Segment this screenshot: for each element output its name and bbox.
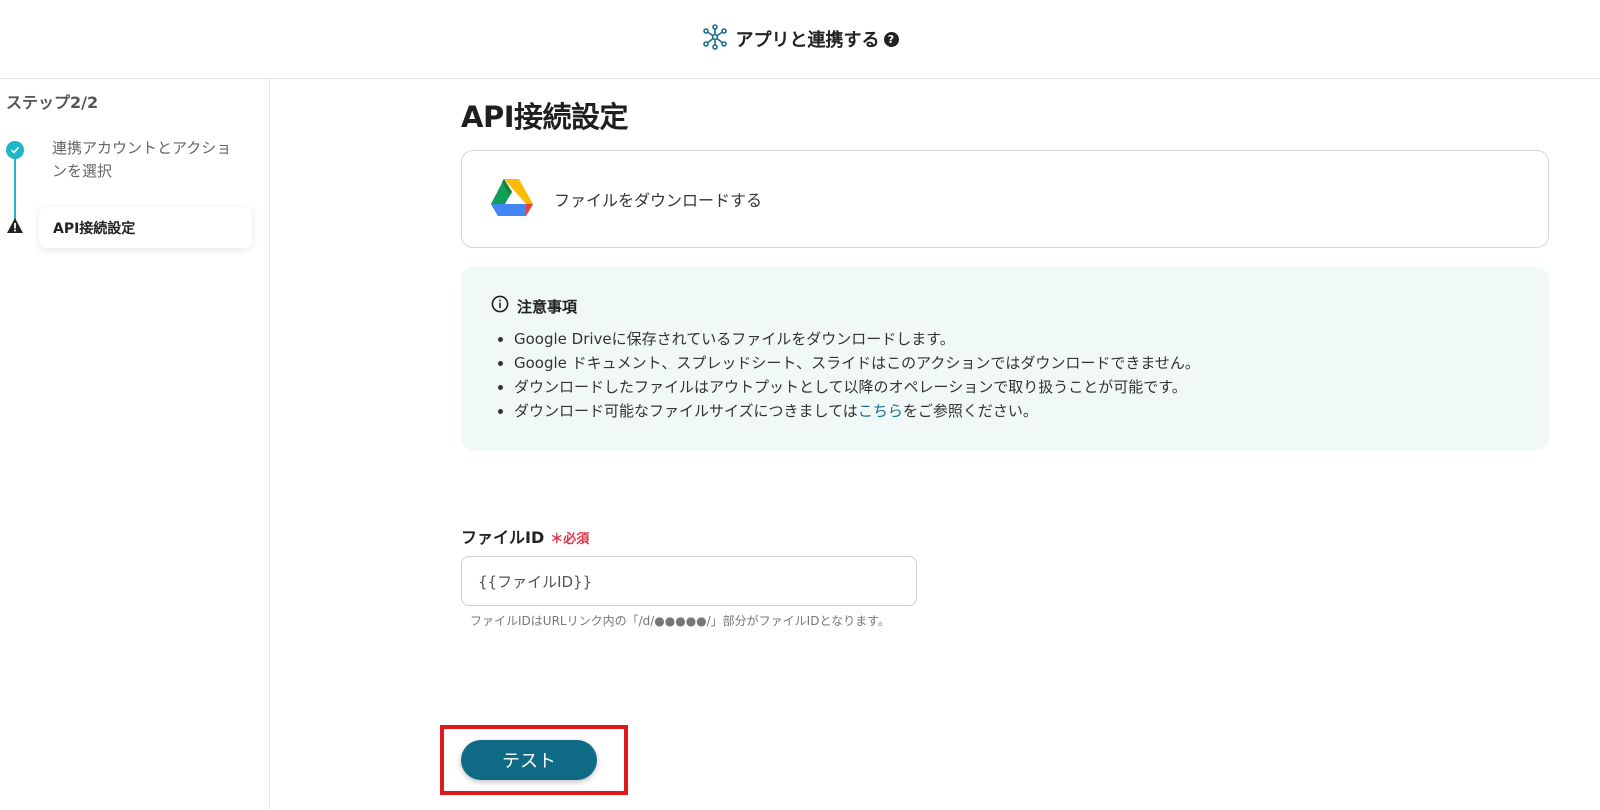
file-id-label-row: ファイルID ＊ 必須 [461, 524, 589, 548]
step-sidebar: ステップ2/2 連携アカウントとアクションを選択 API接続設定 [0, 79, 270, 810]
file-id-input[interactable]: {{ファイルID}} [461, 556, 917, 606]
app-connect-icon [702, 24, 728, 54]
required-badge: 必須 [563, 532, 590, 547]
action-card: ファイルをダウンロードする [461, 150, 1549, 248]
notice-title: 注意事項 [517, 297, 578, 316]
help-icon[interactable]: ? [883, 31, 899, 47]
notice-item-text: をご参照ください。 [902, 402, 1038, 420]
warning-icon [6, 217, 24, 234]
notice-item-text: ダウンロード可能なファイルサイズにつきましては [514, 402, 858, 420]
header-title: アプリと連携する [735, 30, 880, 51]
notice-item: Google Driveに保存されているファイルをダウンロードします。 [514, 327, 1519, 351]
notice-list: Google Driveに保存されているファイルをダウンロードします。 Goog… [491, 327, 1519, 423]
check-icon [6, 141, 24, 159]
file-size-link[interactable]: こちら [858, 402, 903, 420]
required-mark: ＊ [550, 532, 564, 547]
action-label: ファイルをダウンロードする [554, 191, 763, 210]
app-header: アプリと連携する ? [0, 0, 1600, 79]
file-id-label: ファイルID [461, 528, 545, 547]
sidebar-step-api-settings[interactable]: API接続設定 [39, 207, 252, 248]
file-id-hint: ファイルIDはURLリンク内の「/d/●●●●●/」部分がファイルIDとなります… [470, 614, 890, 628]
notice-header: 注意事項 [491, 295, 1519, 317]
test-button[interactable]: テスト [461, 740, 597, 780]
step-count: ステップ2/2 [6, 93, 99, 112]
notice-box: 注意事項 Google Driveに保存されているファイルをダウンロードします。… [461, 267, 1549, 450]
notice-item: ダウンロード可能なファイルサイズにつきましてはこちらをご参照ください。 [514, 399, 1519, 423]
header-title-group: アプリと連携する ? [702, 24, 899, 54]
google-drive-icon [490, 177, 534, 221]
sidebar-step-select-account[interactable]: 連携アカウントとアクションを選択 [52, 137, 237, 183]
notice-item: ダウンロードしたファイルはアウトプットとして以降のオペレーションで取り扱うことが… [514, 375, 1519, 399]
page-title: API接続設定 [461, 100, 629, 134]
notice-item: Google ドキュメント、スプレッドシート、スライドはこのアクションではダウン… [514, 351, 1519, 375]
info-icon [491, 295, 509, 317]
